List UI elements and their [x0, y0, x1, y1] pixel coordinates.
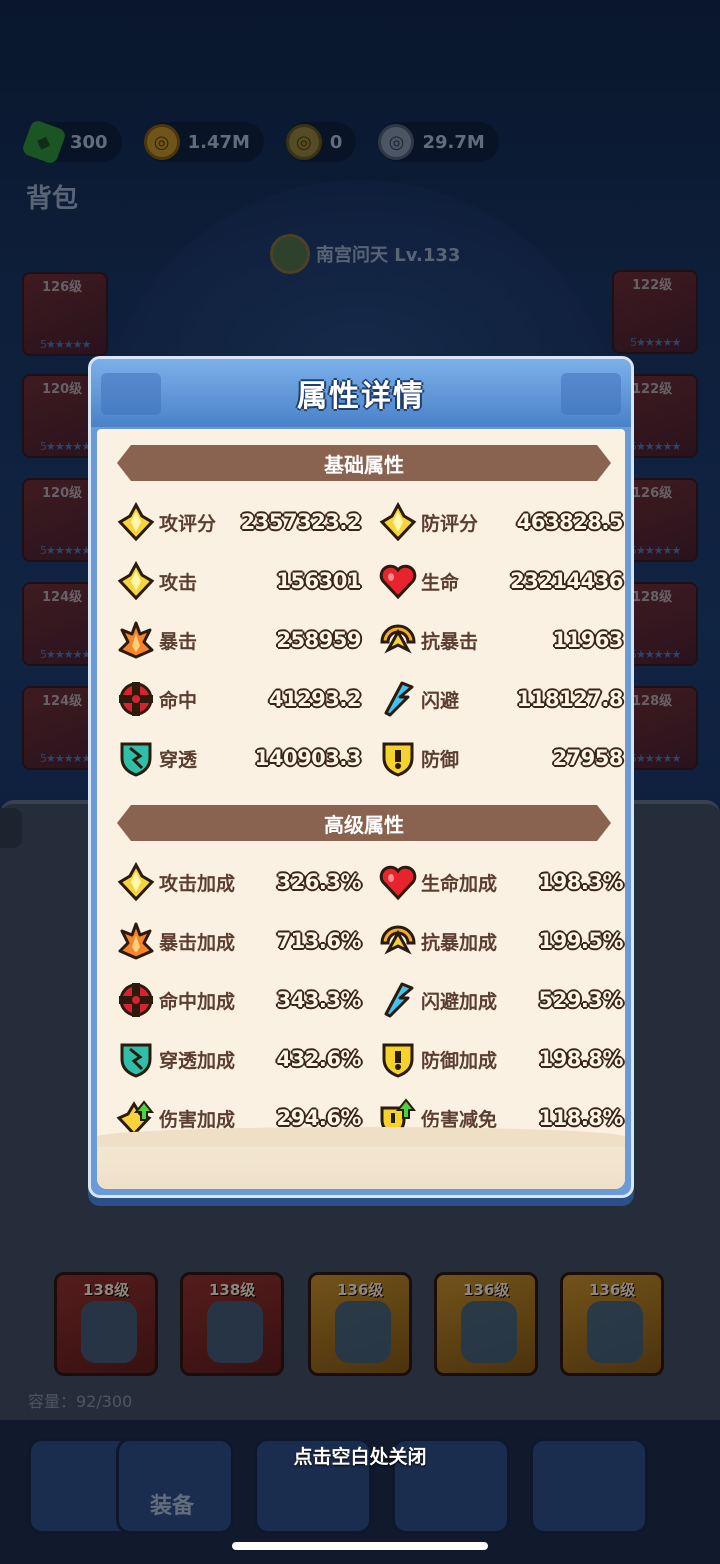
defense-score-icon: [377, 501, 419, 543]
stat-label: 防评分: [421, 512, 479, 535]
advanced-attributes-grid: 攻击加成 326.3% 生命加成 198.3% 暴击加成 713.6% 抗暴加成 199.5%…: [115, 861, 624, 1139]
attack-icon: [115, 861, 157, 903]
heart-icon: [377, 560, 419, 602]
stat-row: 攻击加成 326.3%: [115, 861, 362, 903]
stat-value: 199.5%: [538, 929, 624, 953]
dodge-icon: [377, 979, 419, 1021]
stat-label: 穿透: [159, 748, 198, 771]
stat-label: 暴击: [159, 630, 198, 653]
stat-row: 防御 27958: [377, 737, 623, 779]
pierce-icon: [115, 737, 157, 779]
crit-icon: [115, 920, 157, 962]
stat-row: 穿透加成 432.6%: [115, 1038, 362, 1080]
attack-icon: [115, 560, 157, 602]
stat-label: 命中加成: [159, 990, 236, 1013]
stat-row: 攻评分 2357323.2: [115, 501, 362, 543]
stat-value: 118.8%: [538, 1106, 624, 1130]
basic-attributes-header: 基础属性: [117, 445, 611, 481]
stat-value: 118127.8: [516, 687, 624, 711]
anti-crit-icon: [377, 619, 419, 661]
stat-value: 41293.2: [268, 687, 362, 711]
stat-row: 抗暴加成 199.5%: [377, 920, 624, 962]
stat-row: 防评分 463828.5: [377, 501, 624, 543]
stat-row: 闪避加成 529.3%: [377, 979, 624, 1021]
stat-value: 140903.3: [254, 746, 362, 770]
stat-value: 326.3%: [276, 870, 362, 894]
stat-row: 暴击 258959: [115, 619, 361, 661]
stat-value: 258959: [276, 628, 361, 652]
stat-label: 生命: [421, 571, 460, 594]
stat-label: 闪避加成: [421, 990, 498, 1013]
stat-row: 生命 23214436: [377, 560, 623, 602]
stat-value: 432.6%: [276, 1047, 362, 1071]
advanced-attributes-header: 高级属性: [117, 805, 611, 841]
stat-row: 攻击 156301: [115, 560, 361, 602]
modal-title: 属性详情: [297, 379, 425, 414]
stat-value: 713.6%: [276, 929, 362, 953]
shield-icon: [377, 737, 419, 779]
hit-icon: [115, 979, 157, 1021]
attribute-details-modal: 属性详情 基础属性 攻评分 2357323.2 防评分 463828.5 攻击 15630…: [88, 356, 634, 1198]
basic-attributes-grid: 攻评分 2357323.2 防评分 463828.5 攻击 156301 生命 2321443…: [115, 501, 624, 779]
stat-value: 23214436: [510, 569, 623, 593]
anti-crit-icon: [377, 920, 419, 962]
stat-row: 穿透 140903.3: [115, 737, 362, 779]
stat-value: 463828.5: [516, 510, 624, 534]
stat-value: 27958: [552, 746, 623, 770]
stat-row: 命中加成 343.3%: [115, 979, 362, 1021]
stat-row: 抗暴击 11963: [377, 619, 623, 661]
stat-value: 198.3%: [538, 870, 624, 894]
stat-value: 343.3%: [276, 988, 362, 1012]
hit-icon: [115, 678, 157, 720]
stat-value: 529.3%: [538, 988, 624, 1012]
modal-header: 属性详情: [91, 359, 631, 427]
home-indicator[interactable]: [232, 1542, 488, 1550]
stat-label: 抗暴加成: [421, 931, 498, 954]
attack-score-icon: [115, 501, 157, 543]
stat-label: 穿透加成: [159, 1049, 236, 1072]
close-hint: 点击空白处关闭: [293, 1446, 427, 1468]
stat-label: 防御: [421, 748, 460, 771]
decorative-ground: [97, 1127, 625, 1189]
stat-row: 暴击加成 713.6%: [115, 920, 362, 962]
stat-label: 攻评分: [159, 512, 217, 535]
stat-value: 156301: [276, 569, 361, 593]
stat-value: 11963: [552, 628, 623, 652]
stat-label: 攻击: [159, 571, 198, 594]
stat-row: 生命加成 198.3%: [377, 861, 624, 903]
stat-label: 防御加成: [421, 1049, 498, 1072]
stat-row: 闪避 118127.8: [377, 678, 624, 720]
stat-label: 抗暴击: [421, 630, 479, 653]
stat-label: 闪避: [421, 689, 460, 712]
crit-icon: [115, 619, 157, 661]
stat-label: 命中: [159, 689, 198, 712]
dodge-icon: [377, 678, 419, 720]
stat-row: 命中 41293.2: [115, 678, 362, 720]
stat-label: 生命加成: [421, 872, 498, 895]
stat-label: 暴击加成: [159, 931, 236, 954]
stat-label: 伤害加成: [159, 1108, 236, 1131]
modal-body: 基础属性 攻评分 2357323.2 防评分 463828.5 攻击 156301 生命 23…: [97, 429, 625, 1189]
stat-label: 攻击加成: [159, 872, 236, 895]
heart-icon: [377, 861, 419, 903]
stat-row: 防御加成 198.8%: [377, 1038, 624, 1080]
stat-value: 2357323.2: [240, 510, 362, 534]
shield-icon: [377, 1038, 419, 1080]
stat-value: 198.8%: [538, 1047, 624, 1071]
pierce-icon: [115, 1038, 157, 1080]
